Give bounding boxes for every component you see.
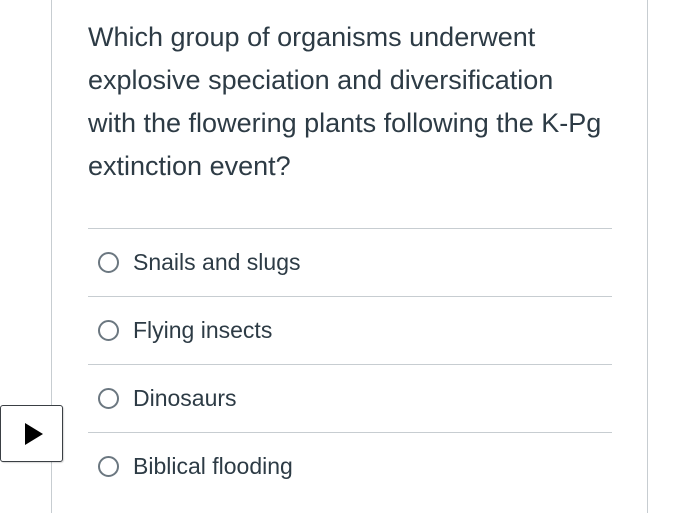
answer-list: Snails and slugs Flying insects Dinosaur… [88, 228, 612, 500]
answer-option-biblical-flooding[interactable]: Biblical flooding [88, 432, 612, 500]
radio-button[interactable] [98, 456, 119, 477]
answer-option-snails-and-slugs[interactable]: Snails and slugs [88, 228, 612, 296]
answer-option-dinosaurs[interactable]: Dinosaurs [88, 364, 612, 432]
radio-button[interactable] [98, 388, 119, 409]
answer-label: Flying insects [133, 317, 273, 343]
question-text: Which group of organisms underwent explo… [88, 22, 602, 181]
answer-label: Snails and slugs [133, 249, 301, 275]
answer-label: Dinosaurs [133, 385, 237, 411]
radio-button[interactable] [98, 320, 119, 341]
answer-label: Biblical flooding [133, 453, 293, 479]
question-nav-toggle-button[interactable] [0, 405, 63, 462]
answer-option-flying-insects[interactable]: Flying insects [88, 296, 612, 364]
play-icon [24, 422, 43, 445]
radio-button[interactable] [98, 252, 119, 273]
